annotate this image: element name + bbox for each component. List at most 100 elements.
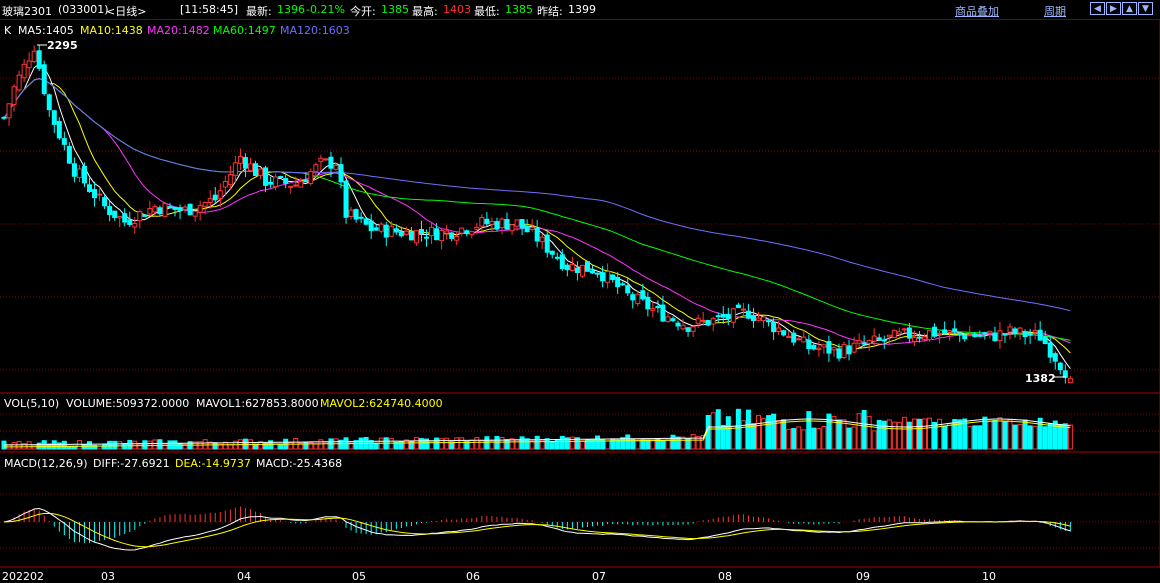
volume-bar xyxy=(866,415,872,450)
volume-bar xyxy=(36,442,42,450)
volume-bar xyxy=(841,419,847,450)
volume-bar xyxy=(544,438,550,450)
volume-bar xyxy=(137,443,143,450)
candle-body xyxy=(418,228,424,235)
diff-line xyxy=(3,507,1071,551)
candle-body xyxy=(142,214,148,217)
volume-bar xyxy=(484,436,490,450)
candle-body xyxy=(539,236,545,243)
candle-body xyxy=(242,157,248,169)
volume-bar xyxy=(434,437,440,450)
candle-body xyxy=(695,317,701,324)
candle-body xyxy=(564,264,570,271)
candle-body xyxy=(524,225,530,233)
candle-body xyxy=(756,317,761,321)
volume-bar xyxy=(791,428,797,450)
candle-body xyxy=(595,272,601,275)
volume-bar xyxy=(796,426,802,450)
volume-bar xyxy=(690,434,696,450)
volume-bar xyxy=(831,415,837,450)
macd-histogram xyxy=(3,506,1071,551)
volume-bar xyxy=(730,425,736,450)
volume-bar xyxy=(967,426,973,450)
volume-bar xyxy=(474,437,480,450)
volume-bar xyxy=(454,437,460,450)
candle-body xyxy=(459,227,465,234)
candle-body xyxy=(660,304,666,322)
candle-body xyxy=(655,306,661,309)
volume-bar xyxy=(418,438,424,450)
candle-body xyxy=(107,206,113,216)
candle-body xyxy=(670,318,676,322)
volume-bar xyxy=(745,409,751,450)
candle-body xyxy=(590,270,596,274)
candle-body xyxy=(735,304,741,309)
candle-body xyxy=(308,171,314,184)
candle-body xyxy=(901,328,907,331)
candle-body xyxy=(821,344,827,348)
volume-bar xyxy=(846,427,852,450)
x-label-06: 06 xyxy=(466,570,480,583)
candle-body xyxy=(343,180,349,218)
candle-body xyxy=(429,226,435,237)
volume-bar xyxy=(836,419,842,450)
volume-bar xyxy=(499,436,505,450)
candle-body xyxy=(1027,333,1033,336)
candle-body xyxy=(167,206,173,209)
candle-body xyxy=(1057,362,1063,371)
candle-body xyxy=(1017,327,1023,334)
candle-body xyxy=(605,271,611,283)
candle-body xyxy=(665,316,671,322)
volume-bar xyxy=(766,415,772,450)
candle-body xyxy=(519,219,525,229)
volume-bar xyxy=(494,435,500,450)
candle-body xyxy=(947,330,953,333)
candle-body xyxy=(610,274,616,280)
candle-body xyxy=(921,336,927,340)
candle-body xyxy=(831,347,837,351)
volume-bar xyxy=(303,441,309,450)
volume-bar xyxy=(107,440,113,450)
volume-bar xyxy=(987,420,993,450)
candle-body xyxy=(997,330,1003,342)
candle-body xyxy=(957,332,963,335)
candles xyxy=(1,44,1073,384)
candle-body xyxy=(36,50,42,69)
candle-body xyxy=(408,230,414,241)
volume-bar xyxy=(660,439,666,450)
volume-bar xyxy=(605,440,611,450)
candle-body xyxy=(97,193,103,196)
volume-bar xyxy=(1047,423,1053,450)
candle-body xyxy=(494,221,500,230)
volume-bar xyxy=(947,422,953,450)
candle-body xyxy=(725,313,731,320)
ma10-legend: MA10:1438 xyxy=(80,24,143,37)
candle-body xyxy=(268,181,274,185)
candle-body xyxy=(1022,331,1028,338)
candle-body xyxy=(710,317,716,325)
candle-body xyxy=(247,163,253,172)
candle-body xyxy=(776,327,782,333)
candle-body xyxy=(217,190,223,199)
volume-bar xyxy=(76,440,82,450)
candle-body xyxy=(680,324,686,330)
candle-body xyxy=(227,174,233,186)
candle-body xyxy=(801,336,807,343)
candle-body xyxy=(212,194,218,201)
volume-bar xyxy=(806,411,812,450)
volume-bar xyxy=(242,438,248,450)
candle-body xyxy=(293,184,299,187)
candle-body xyxy=(61,138,67,145)
chart-canvas[interactable]: K MA5:1405 MA10:1438 MA20:1482 MA60:1497… xyxy=(0,0,1160,583)
volume-bar xyxy=(771,413,777,450)
candle-body xyxy=(187,203,193,216)
candle-body xyxy=(6,103,12,119)
candle-body xyxy=(318,157,324,162)
candle-body xyxy=(730,308,736,323)
candle-body xyxy=(237,156,243,164)
candle-body xyxy=(690,326,696,332)
volume-bar xyxy=(997,417,1003,450)
candle-body xyxy=(87,184,93,193)
candle-body xyxy=(982,332,988,335)
vol-name: VOL(5,10) xyxy=(4,397,59,410)
